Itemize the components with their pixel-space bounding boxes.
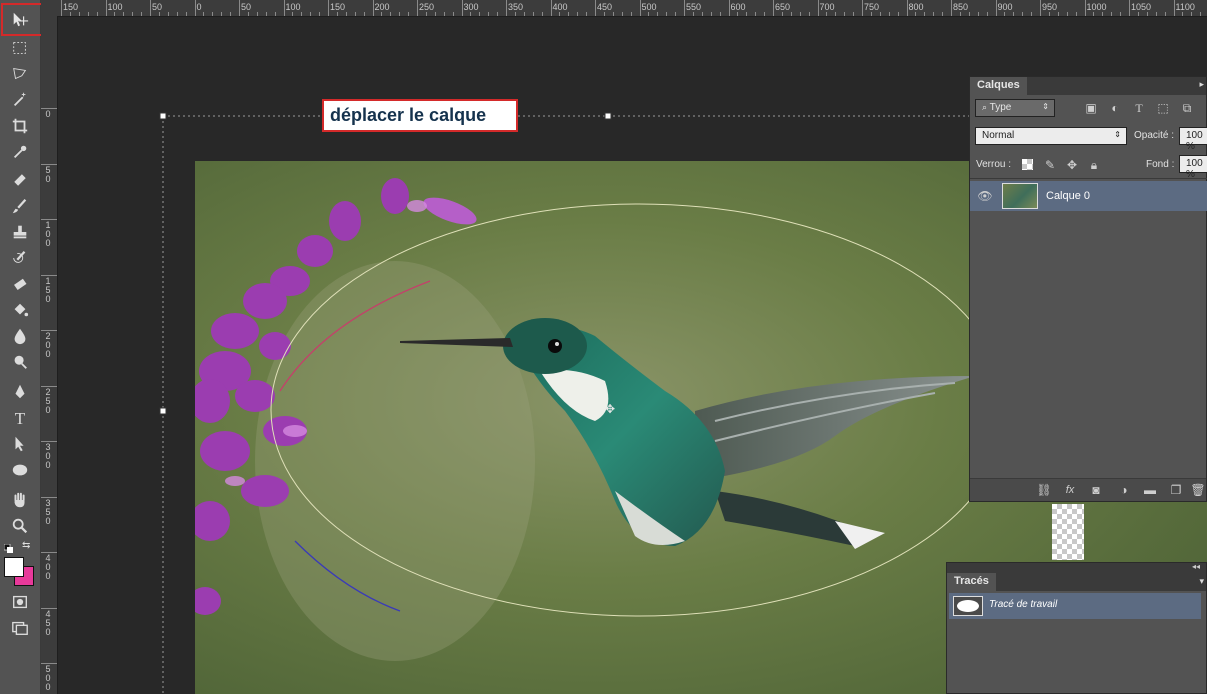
filter-kind-value: Type: [989, 102, 1012, 113]
lock-position-icon[interactable]: ✥: [1064, 157, 1080, 173]
fill-label: Fond :: [1146, 159, 1175, 170]
layers-panel-footer: ⛓︎ fx ◙ ◑ ▬ ❐ 🗑︎: [970, 478, 1206, 501]
layers-panel: Calques ▸ ⌕ Type ⇕ ▣ ◐ T ⬚ ⧉ Normal ⇕ Op…: [969, 76, 1207, 502]
dropdown-arrow-icon: ⇕: [1114, 130, 1121, 139]
layer-thumbnail: [1002, 183, 1038, 209]
adjustment-filter-icon[interactable]: ◐: [1107, 100, 1123, 116]
lock-all-icon[interactable]: 🔒︎: [1086, 157, 1102, 173]
filter-kind-select[interactable]: ⌕ Type ⇕: [975, 99, 1055, 117]
path-row[interactable]: Tracé de travail: [949, 593, 1201, 619]
panel-collapse-bar: [947, 563, 1206, 573]
path-thumbnail: [953, 596, 983, 616]
visibility-eye-icon[interactable]: 👁︎: [977, 188, 993, 204]
panel-menu-icon[interactable]: ▾: [1199, 576, 1204, 587]
transparent-preview: [1052, 504, 1084, 560]
layer-row[interactable]: 👁︎ Calque 0: [970, 181, 1207, 211]
new-layer-icon[interactable]: ❐: [1168, 482, 1184, 498]
new-group-icon[interactable]: ▬: [1142, 482, 1158, 498]
lock-transparent-pixels-icon[interactable]: [1022, 159, 1033, 170]
pixel-filter-icon[interactable]: ▣: [1083, 100, 1099, 116]
blend-mode-value: Normal: [982, 130, 1015, 141]
move-layer-annotation: déplacer le calque: [322, 99, 518, 132]
path-name[interactable]: Tracé de travail: [989, 599, 1057, 610]
blend-mode-select[interactable]: Normal ⇕: [975, 127, 1127, 145]
layer-name[interactable]: Calque 0: [1046, 190, 1090, 202]
collapse-icon[interactable]: ◂◂: [1192, 562, 1200, 571]
type-filter-icon[interactable]: T: [1131, 100, 1147, 116]
panel-menu-icon[interactable]: ▸: [1199, 79, 1204, 90]
dropdown-arrow-icon: ⇕: [1042, 102, 1049, 111]
shape-filter-icon[interactable]: ⬚: [1155, 100, 1171, 116]
link-layers-icon[interactable]: ⛓︎: [1036, 482, 1052, 498]
opacity-label: Opacité :: [1134, 130, 1175, 141]
tab-paths[interactable]: Tracés: [947, 573, 996, 591]
divider: [970, 178, 1207, 179]
delete-layer-icon[interactable]: 🗑︎: [1190, 482, 1206, 498]
paths-panel: ◂◂ Tracés ▾ Tracé de travail: [946, 562, 1207, 694]
smart-object-filter-icon[interactable]: ⧉: [1179, 100, 1195, 116]
opacity-input[interactable]: 100 %: [1179, 127, 1207, 152]
lock-image-pixels-icon[interactable]: ✎: [1042, 157, 1058, 173]
fill-input[interactable]: 100 %: [1179, 155, 1207, 180]
tab-layers[interactable]: Calques: [970, 77, 1027, 95]
search-icon: ⌕: [982, 102, 988, 112]
add-mask-icon[interactable]: ◙: [1088, 482, 1104, 498]
lock-label: Verrou :: [976, 159, 1012, 170]
layer-style-icon[interactable]: fx: [1062, 482, 1078, 498]
adjustment-layer-icon[interactable]: ◑: [1116, 482, 1132, 498]
